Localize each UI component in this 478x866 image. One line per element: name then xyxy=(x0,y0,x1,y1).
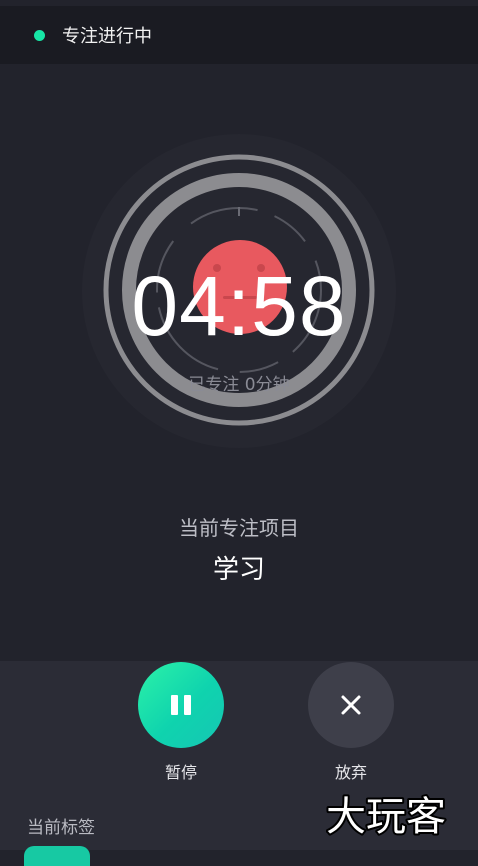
give-up-button[interactable] xyxy=(308,662,394,748)
close-icon xyxy=(341,695,361,715)
svg-text:大玩客: 大玩客 xyxy=(326,794,446,840)
watermark-logo: 大玩客 大玩客 xyxy=(326,792,448,840)
pause-button[interactable] xyxy=(138,662,224,748)
pause-label: 暂停 xyxy=(164,763,197,782)
project-name: 学习 xyxy=(212,555,265,585)
focused-duration: 已专注 0分钟 xyxy=(188,375,290,395)
tag-chip[interactable] xyxy=(24,846,90,866)
current-tag-title: 当前标签 xyxy=(27,818,95,838)
countdown-timer: 04:58 xyxy=(131,259,347,353)
project-label: 当前专注项目 xyxy=(179,516,299,540)
pause-icon xyxy=(171,695,191,715)
give-up-label: 放弃 xyxy=(334,763,367,782)
